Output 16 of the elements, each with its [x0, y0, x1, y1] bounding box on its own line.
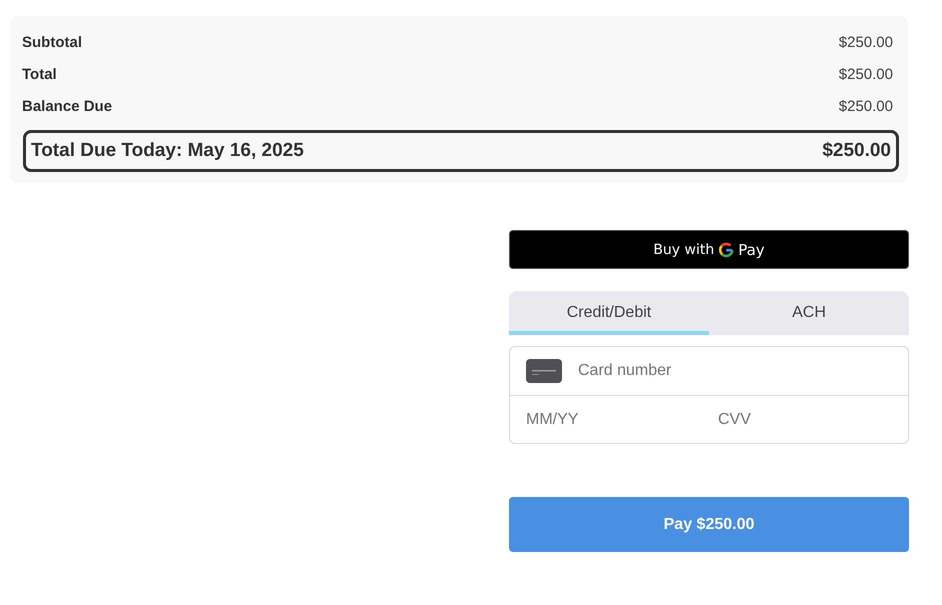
summary-label: Total: [22, 66, 57, 82]
payment-method-tab[interactable]: Credit/Debit: [509, 291, 709, 335]
card-icon: [526, 359, 562, 383]
multicolor-g-icon: [718, 242, 734, 258]
total-due-amount: $250.00: [822, 140, 891, 162]
summary-amount: $250.00: [838, 66, 893, 82]
summary-label: Balance Due: [22, 98, 112, 114]
cvv-field[interactable]: CVV: [718, 404, 894, 434]
summary-amount: $250.00: [838, 34, 893, 50]
card-number-field[interactable]: Card number: [578, 356, 896, 386]
summary-label: Subtotal: [22, 34, 82, 50]
expiry-field[interactable]: MM/YY: [526, 404, 702, 434]
total-due-label: Total Due Today: May 16, 2025: [31, 140, 304, 162]
wallet-pay-button[interactable]: Buy with Pay: [509, 230, 909, 269]
payment-method-tab[interactable]: ACH: [709, 291, 909, 335]
summary-amount: $250.00: [838, 98, 893, 114]
